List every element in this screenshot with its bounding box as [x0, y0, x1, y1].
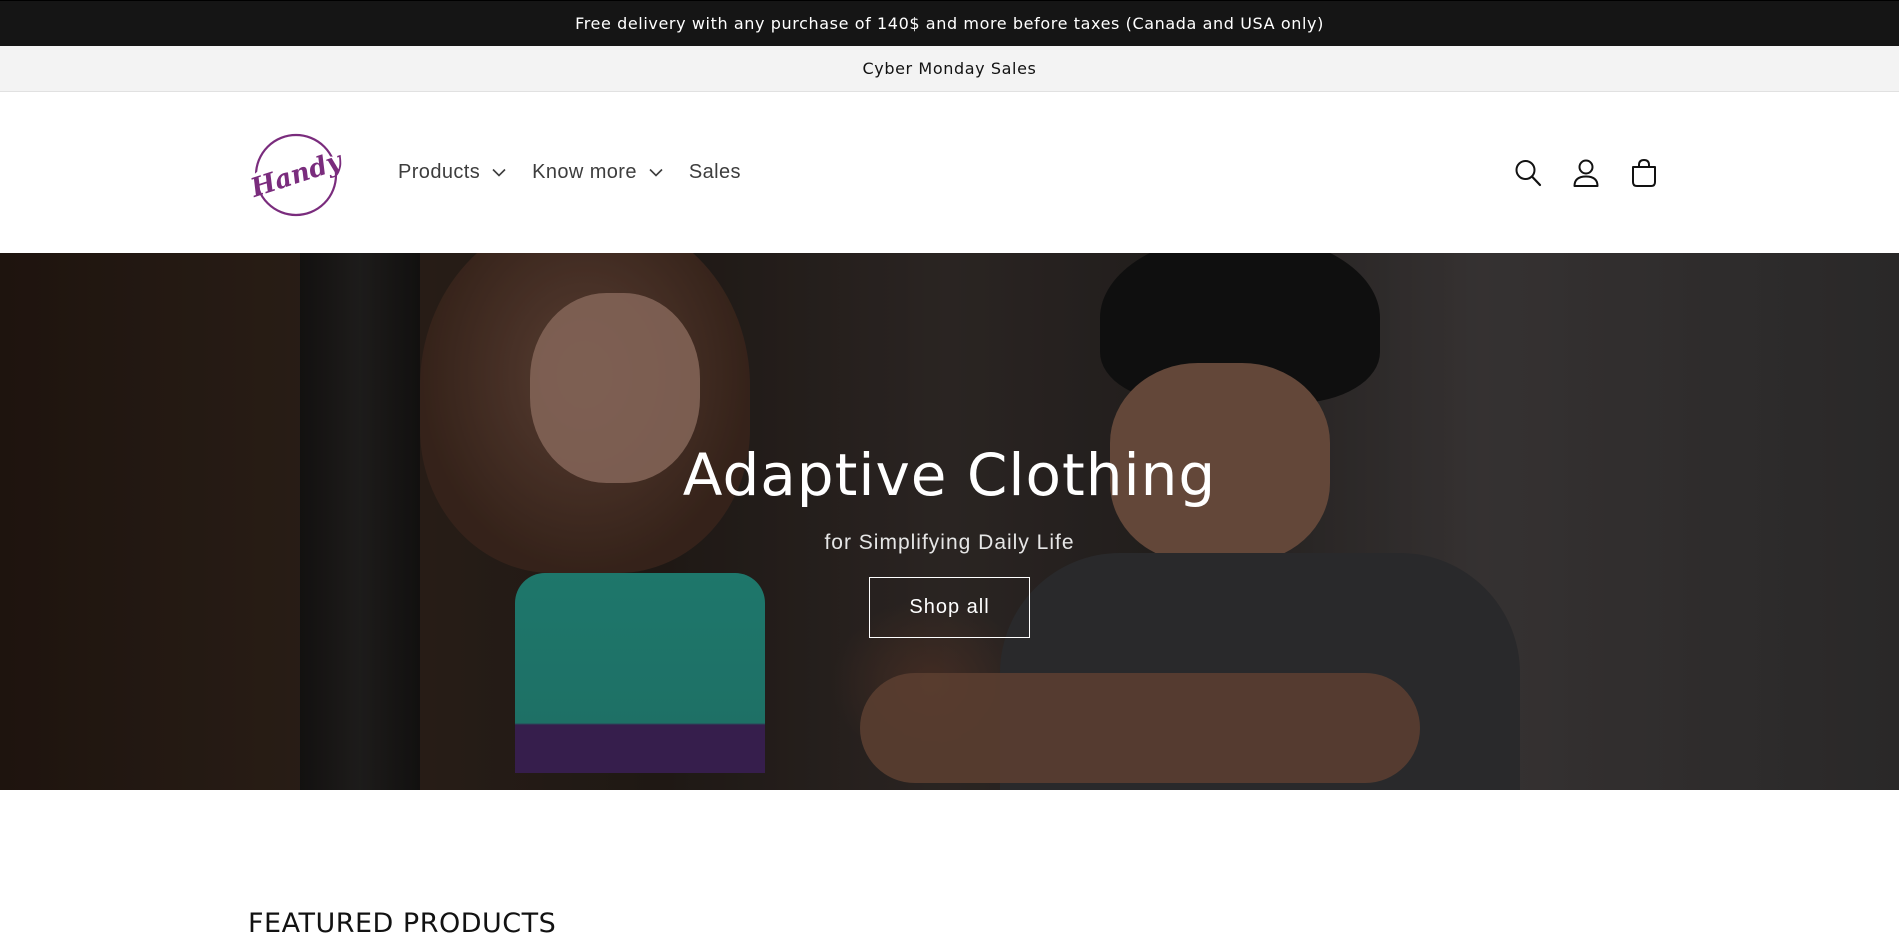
- nav-know-more-label[interactable]: Know more: [532, 161, 637, 184]
- shop-all-button[interactable]: Shop all: [869, 577, 1030, 638]
- nav-products-label[interactable]: Products: [398, 161, 480, 184]
- chevron-down-icon[interactable]: [492, 168, 506, 177]
- chevron-down-icon[interactable]: [649, 168, 663, 177]
- hero-banner: Adaptive Clothing for Simplifying Daily …: [0, 253, 1899, 790]
- hero-title: Adaptive Clothing: [682, 441, 1217, 509]
- account-icon[interactable]: [1572, 158, 1600, 188]
- nav-sales-label[interactable]: Sales: [689, 161, 741, 184]
- search-icon[interactable]: [1514, 158, 1542, 188]
- cart-icon[interactable]: [1630, 158, 1658, 188]
- site-header: Handy Products Know more Sales: [0, 92, 1899, 253]
- promo-text[interactable]: Cyber Monday Sales: [863, 59, 1037, 78]
- announcement-bar: Free delivery with any purchase of 140$ …: [0, 0, 1899, 46]
- nav-products[interactable]: Products: [398, 161, 506, 184]
- nav-know-more[interactable]: Know more: [532, 161, 663, 184]
- featured-products-section: FEATURED PRODUCTS: [0, 790, 1899, 948]
- promo-bar[interactable]: Cyber Monday Sales: [0, 46, 1899, 92]
- hero-content: Adaptive Clothing for Simplifying Daily …: [0, 253, 1899, 790]
- nav-sales[interactable]: Sales: [689, 161, 741, 184]
- announcement-text: Free delivery with any purchase of 140$ …: [575, 14, 1324, 33]
- hero-subtitle: for Simplifying Daily Life: [824, 531, 1075, 554]
- main-nav: Products Know more Sales: [398, 92, 767, 253]
- handy-logo[interactable]: Handy: [246, 127, 347, 219]
- header-actions: [1514, 92, 1658, 253]
- featured-products-heading: FEATURED PRODUCTS: [248, 908, 557, 939]
